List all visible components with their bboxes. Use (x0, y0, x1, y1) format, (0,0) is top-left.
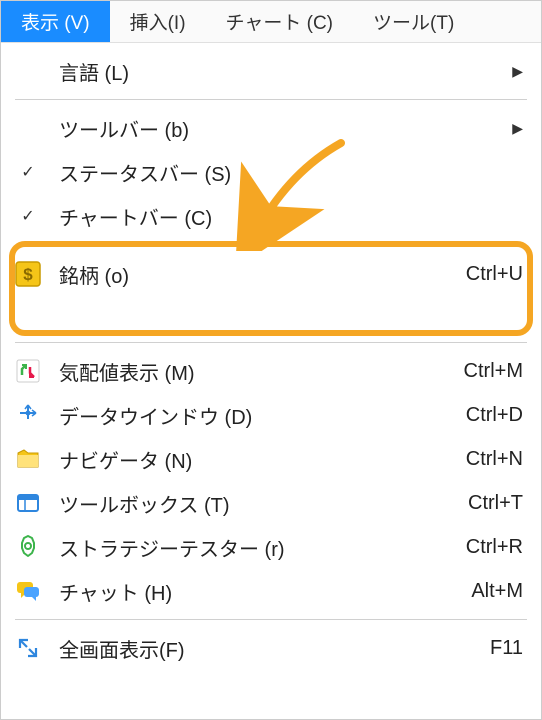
menubar: 表示 (V) 挿入(I) チャート (C) ツール(T) (1, 1, 541, 43)
menu-toolbars-label: ツールバー (b) (59, 114, 512, 143)
menubar-insert-label: 挿入(I) (130, 8, 186, 35)
menu-fullscreen-shortcut: F11 (490, 637, 523, 660)
menu-navigator-shortcut: Ctrl+N (466, 448, 523, 471)
check-icon: ✓ (11, 162, 45, 182)
menu-item-statusbar[interactable]: ✓ ステータスバー (S) (1, 150, 541, 194)
menu-chartbar-label: チャートバー (C) (59, 202, 523, 231)
menu-item-symbols[interactable]: $ 銘柄 (o) Ctrl+U (1, 252, 541, 296)
menubar-chart-label: チャート (C) (226, 8, 333, 35)
toolbox-icon (11, 486, 45, 520)
menu-language-label: 言語 (L) (59, 57, 512, 86)
menubar-view-label: 表示 (V) (21, 8, 90, 35)
chevron-right-icon: ▶ (512, 120, 523, 137)
chat-icon (11, 574, 45, 608)
menu-fullscreen-label: 全画面表示(F) (59, 634, 490, 663)
menu-statusbar-label: ステータスバー (S) (59, 158, 523, 187)
menu-item-chat[interactable]: チャット (H) Alt+M (1, 569, 541, 613)
menu-item-marketwatch[interactable]: 気配値表示 (M) Ctrl+M (1, 349, 541, 393)
menu-item-language[interactable]: 言語 (L) ▶ (1, 49, 541, 93)
separator (15, 99, 527, 100)
menubar-tools-label: ツール(T) (373, 8, 454, 35)
chevron-right-icon: ▶ (512, 63, 523, 80)
check-icon: ✓ (11, 206, 45, 226)
menu-strategytester-shortcut: Ctrl+R (466, 536, 523, 559)
separator (15, 342, 527, 343)
menubar-tools[interactable]: ツール(T) (353, 1, 474, 42)
menubar-chart[interactable]: チャート (C) (206, 1, 353, 42)
datawindow-icon (11, 398, 45, 432)
menu-chat-shortcut: Alt+M (471, 580, 523, 603)
menu-item-strategytester[interactable]: ストラテジーテスター (r) Ctrl+R (1, 525, 541, 569)
menu-item-chartbar[interactable]: ✓ チャートバー (C) (1, 194, 541, 238)
menu-symbols-shortcut: Ctrl+U (466, 263, 523, 286)
menu-toolbox-shortcut: Ctrl+T (468, 492, 523, 515)
menu-item-toolbars[interactable]: ツールバー (b) ▶ (1, 106, 541, 150)
menu-item-obscured[interactable] (1, 310, 541, 336)
navigator-icon (11, 442, 45, 476)
menu-navigator-label: ナビゲータ (N) (59, 445, 466, 474)
menu-chat-label: チャット (H) (59, 577, 471, 606)
menubar-view[interactable]: 表示 (V) (1, 1, 110, 42)
fullscreen-icon (11, 631, 45, 665)
strategytester-icon (11, 530, 45, 564)
marketwatch-icon (11, 354, 45, 388)
symbols-icon: $ (11, 257, 45, 291)
menu-toolbox-label: ツールボックス (T) (59, 489, 468, 518)
menubar-insert[interactable]: 挿入(I) (110, 1, 206, 42)
menu-datawindow-label: データウインドウ (D) (59, 401, 466, 430)
menu-item-datawindow[interactable]: データウインドウ (D) Ctrl+D (1, 393, 541, 437)
menu-strategytester-label: ストラテジーテスター (r) (59, 533, 466, 562)
menu-marketwatch-label: 気配値表示 (M) (59, 357, 464, 386)
menu-item-fullscreen[interactable]: 全画面表示(F) F11 (1, 626, 541, 670)
menu-datawindow-shortcut: Ctrl+D (466, 404, 523, 427)
separator (15, 619, 527, 620)
menu-item-toolbox[interactable]: ツールボックス (T) Ctrl+T (1, 481, 541, 525)
menu-marketwatch-shortcut: Ctrl+M (464, 360, 523, 383)
svg-text:$: $ (23, 265, 33, 284)
menu-item-navigator[interactable]: ナビゲータ (N) Ctrl+N (1, 437, 541, 481)
view-menu-dropdown: 言語 (L) ▶ ツールバー (b) ▶ ✓ ステータスバー (S) ✓ チャー… (1, 43, 541, 680)
menu-symbols-label: 銘柄 (o) (59, 260, 466, 289)
